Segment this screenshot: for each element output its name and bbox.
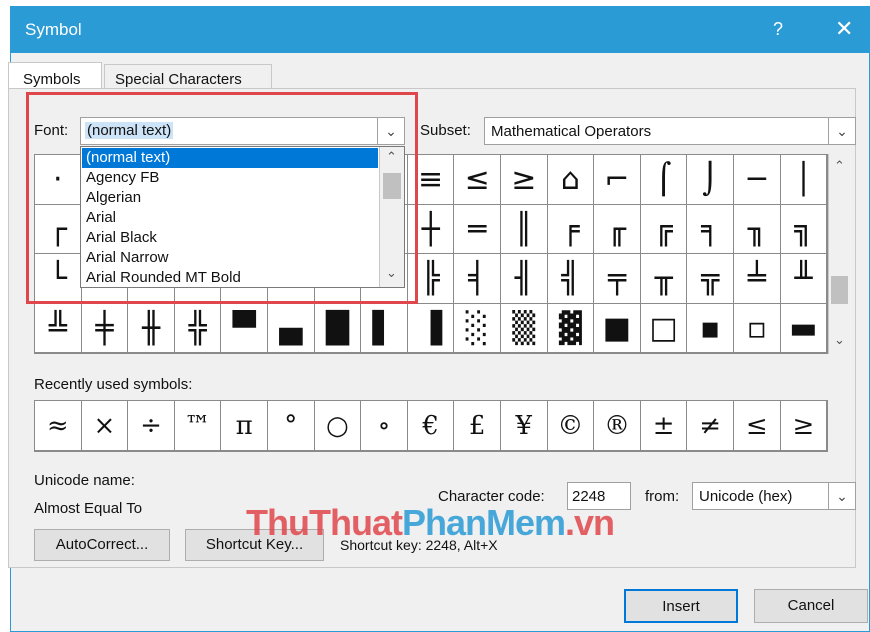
symbol-cell[interactable]: ╨ bbox=[780, 254, 828, 304]
chevron-down-icon[interactable]: ⌄ bbox=[828, 118, 855, 144]
symbol-cell[interactable]: ⌐ bbox=[594, 155, 641, 205]
symbol-cell[interactable]: ╓ bbox=[594, 204, 641, 254]
symbol-cell[interactable]: │ bbox=[780, 155, 828, 205]
recent-symbol-cell[interactable]: ○ bbox=[314, 401, 362, 451]
from-label: from: bbox=[645, 488, 680, 505]
symbol-cell[interactable]: ╕ bbox=[687, 204, 734, 254]
symbol-cell[interactable]: ─ bbox=[734, 155, 781, 205]
recent-symbols-grid[interactable]: ≈ × ÷ ™ π ° ○ ∘ € £ ¥ © ® ± ≠ ≤ ≥ bbox=[34, 400, 828, 452]
symbol-cell[interactable]: ⌡ bbox=[687, 155, 734, 205]
symbol-cell[interactable]: ╡ bbox=[454, 254, 501, 304]
watermark: ThuThuatPhanMem.vn bbox=[246, 502, 615, 544]
from-value: Unicode (hex) bbox=[699, 488, 793, 505]
symbol-cell[interactable]: ╬ bbox=[174, 303, 222, 353]
symbol-cell[interactable]: ╤ bbox=[594, 254, 641, 304]
annotation-highlight-box bbox=[26, 92, 418, 304]
symbol-cell[interactable]: ╪ bbox=[81, 303, 129, 353]
symbol-cell[interactable]: ╧ bbox=[734, 254, 781, 304]
recent-symbol-cell[interactable]: π bbox=[221, 401, 268, 451]
recent-symbol-cell[interactable]: ≤ bbox=[734, 401, 781, 451]
watermark-part3: .vn bbox=[565, 502, 615, 543]
symbol-cell[interactable]: ╢ bbox=[501, 254, 548, 304]
symbol-cell[interactable]: ▐ bbox=[407, 303, 455, 353]
symbol-cell[interactable]: ═ bbox=[454, 204, 501, 254]
subset-label: Subset: bbox=[420, 122, 471, 139]
symbol-cell[interactable]: ⌠ bbox=[640, 155, 688, 205]
recent-symbol-cell[interactable]: ÷ bbox=[128, 401, 175, 451]
help-button[interactable]: ? bbox=[773, 19, 783, 40]
insert-button[interactable]: Insert bbox=[624, 589, 738, 623]
symbol-cell[interactable]: ▄ bbox=[268, 303, 315, 353]
symbol-cell[interactable]: ╒ bbox=[547, 204, 595, 254]
recent-symbol-cell[interactable]: © bbox=[547, 401, 595, 451]
recent-symbol-cell[interactable]: ≥ bbox=[780, 401, 828, 451]
tab-special-characters[interactable]: Special Characters bbox=[104, 64, 272, 88]
symbol-cell[interactable]: ≤ bbox=[454, 155, 501, 205]
symbol-cell[interactable]: ▒ bbox=[501, 303, 548, 353]
scrollbar-thumb[interactable] bbox=[831, 276, 848, 304]
window-title: Symbol bbox=[25, 20, 82, 39]
symbol-cell[interactable]: ║ bbox=[501, 204, 548, 254]
recent-label: Recently used symbols: bbox=[34, 376, 193, 393]
chevron-down-icon[interactable]: ⌄ bbox=[834, 332, 845, 348]
symbol-cell[interactable]: ╩ bbox=[35, 303, 82, 353]
subset-combobox[interactable]: Mathematical Operators ⌄ bbox=[484, 117, 856, 145]
symbol-cell[interactable]: ▪ bbox=[687, 303, 734, 353]
symbol-grid-scrollbar[interactable]: ⌃ ⌄ bbox=[828, 154, 850, 354]
symbol-cell[interactable]: ╥ bbox=[640, 254, 688, 304]
tab-symbols[interactable]: Symbols bbox=[8, 62, 102, 88]
recent-symbol-cell[interactable]: ± bbox=[640, 401, 688, 451]
symbol-cell[interactable]: ╣ bbox=[547, 254, 595, 304]
recent-symbol-cell[interactable]: × bbox=[81, 401, 129, 451]
cancel-button[interactable]: Cancel bbox=[754, 589, 868, 623]
watermark-part1: ThuThuat bbox=[246, 502, 403, 543]
chevron-up-icon[interactable]: ⌃ bbox=[834, 158, 845, 174]
title-bar: Symbol ? ✕ bbox=[11, 7, 869, 53]
symbol-cell[interactable]: ╫ bbox=[128, 303, 175, 353]
unicode-name-value: Almost Equal To bbox=[34, 500, 143, 517]
watermark-part2: PhanMem bbox=[401, 502, 566, 543]
symbol-cell[interactable]: ▫ bbox=[734, 303, 781, 353]
symbol-cell[interactable]: ░ bbox=[454, 303, 501, 353]
symbol-cell[interactable]: ╦ bbox=[687, 254, 734, 304]
recent-symbol-cell[interactable]: ™ bbox=[174, 401, 222, 451]
recent-symbol-cell[interactable]: ≠ bbox=[687, 401, 734, 451]
subset-value: Mathematical Operators bbox=[491, 123, 652, 140]
symbol-cell[interactable]: ■ bbox=[594, 303, 641, 353]
symbol-cell[interactable]: □ bbox=[640, 303, 688, 353]
symbol-cell[interactable]: ▬ bbox=[780, 303, 828, 353]
recent-symbol-cell[interactable]: ¥ bbox=[501, 401, 548, 451]
from-combobox[interactable]: Unicode (hex) ⌄ bbox=[692, 482, 856, 510]
symbol-cell[interactable]: ╖ bbox=[734, 204, 781, 254]
symbol-cell[interactable]: ⌂ bbox=[547, 155, 595, 205]
symbol-cell[interactable]: ▌ bbox=[361, 303, 408, 353]
autocorrect-button[interactable]: AutoCorrect... bbox=[34, 529, 170, 561]
recent-symbol-cell[interactable]: ° bbox=[268, 401, 315, 451]
recent-symbol-cell[interactable]: € bbox=[407, 401, 455, 451]
unicode-name-label: Unicode name: bbox=[34, 472, 135, 489]
symbol-cell[interactable]: ≥ bbox=[501, 155, 548, 205]
symbol-cell[interactable]: ▀ bbox=[221, 303, 268, 353]
recent-symbol-cell[interactable]: ® bbox=[594, 401, 641, 451]
symbol-cell[interactable]: █ bbox=[314, 303, 362, 353]
recent-symbol-cell[interactable]: £ bbox=[454, 401, 501, 451]
chevron-down-icon[interactable]: ⌄ bbox=[828, 483, 855, 509]
symbol-cell[interactable]: ╗ bbox=[780, 204, 828, 254]
recent-symbol-cell[interactable]: ∘ bbox=[361, 401, 408, 451]
symbol-cell[interactable]: ╔ bbox=[640, 204, 688, 254]
symbol-cell[interactable]: ▓ bbox=[547, 303, 595, 353]
recent-symbol-cell[interactable]: ≈ bbox=[35, 401, 82, 451]
close-icon[interactable]: ✕ bbox=[835, 16, 853, 42]
